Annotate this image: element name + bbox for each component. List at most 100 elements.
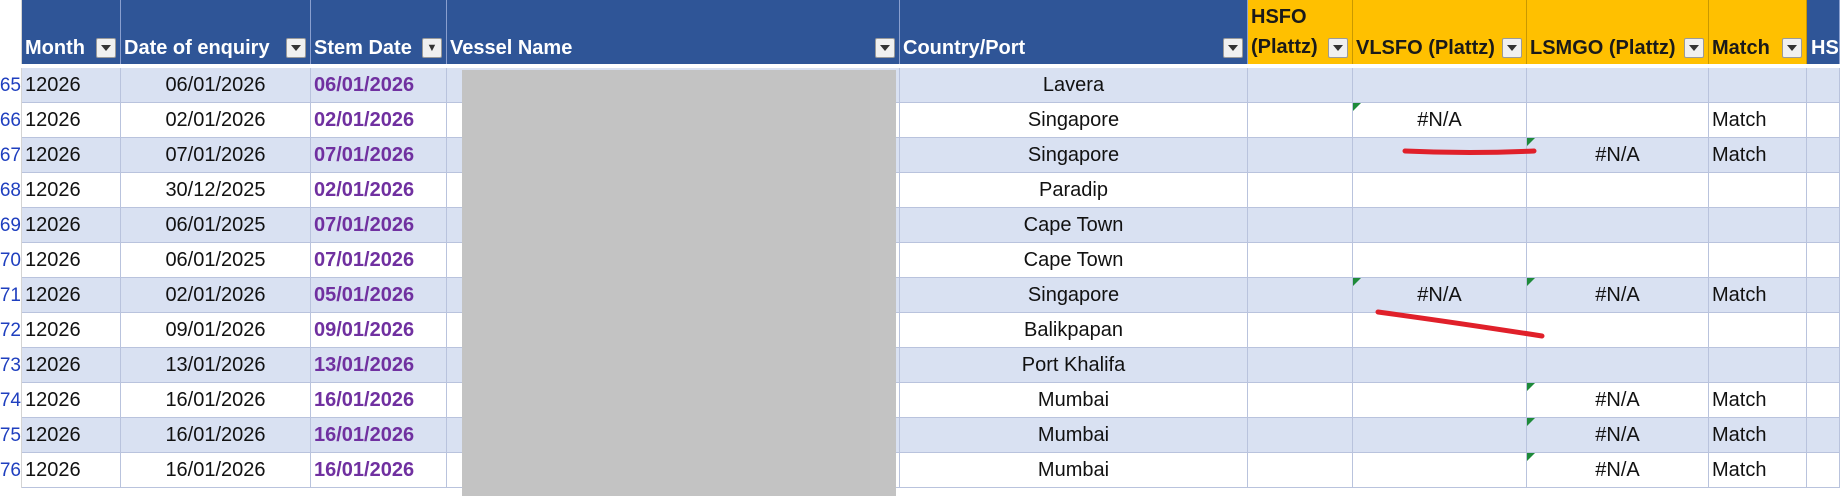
cell-lsmgo[interactable]: #N/A (1527, 278, 1709, 313)
cell-hs-partial[interactable] (1807, 418, 1840, 453)
cell-date-of-enquiry[interactable]: 16/01/2026 (121, 418, 311, 453)
cell-date-of-enquiry[interactable]: 13/01/2026 (121, 348, 311, 383)
cell-stem-date[interactable]: 16/01/2026 (311, 418, 447, 453)
row-number[interactable]: 75 (0, 418, 22, 453)
filter-active-stem-date[interactable]: ▼ (422, 38, 442, 58)
cell-lsmgo[interactable] (1527, 208, 1709, 243)
cell-vlsfo[interactable] (1353, 68, 1527, 103)
cell-country-port[interactable]: Mumbai (900, 418, 1248, 453)
cell-month[interactable]: 12026 (22, 313, 121, 348)
cell-lsmgo[interactable] (1527, 243, 1709, 278)
header-match[interactable]: Match (1709, 0, 1807, 64)
header-hsfo[interactable]: HSFO (Plattz) (1248, 0, 1353, 64)
cell-lsmgo[interactable] (1527, 173, 1709, 208)
row-number[interactable]: 68 (0, 173, 22, 208)
cell-country-port[interactable]: Singapore (900, 278, 1248, 313)
cell-hs-partial[interactable] (1807, 453, 1840, 488)
cell-match[interactable] (1709, 348, 1807, 383)
cell-lsmgo[interactable] (1527, 313, 1709, 348)
cell-match[interactable] (1709, 68, 1807, 103)
cell-hs-partial[interactable] (1807, 243, 1840, 278)
cell-stem-date[interactable]: 16/01/2026 (311, 453, 447, 488)
cell-country-port[interactable]: Cape Town (900, 208, 1248, 243)
cell-hsfo[interactable] (1248, 348, 1353, 383)
table-row[interactable]: 67 12026 07/01/2026 07/01/2026 Singapore #N/A… (0, 138, 1840, 173)
cell-date-of-enquiry[interactable]: 16/01/2026 (121, 453, 311, 488)
cell-country-port[interactable]: Paradip (900, 173, 1248, 208)
table-row[interactable]: 71 12026 02/01/2026 05/01/2026 Singapore #N/A… (0, 278, 1840, 313)
table-row[interactable]: 68 12026 30/12/2025 02/01/2026 Paradip (0, 173, 1840, 208)
cell-vlsfo[interactable] (1353, 418, 1527, 453)
cell-hs-partial[interactable] (1807, 313, 1840, 348)
cell-date-of-enquiry[interactable]: 02/01/2026 (121, 278, 311, 313)
header-month[interactable]: Month (22, 0, 121, 64)
cell-match[interactable]: Match (1709, 278, 1807, 313)
cell-stem-date[interactable]: 05/01/2026 (311, 278, 447, 313)
cell-date-of-enquiry[interactable]: 16/01/2026 (121, 383, 311, 418)
cell-match[interactable] (1709, 313, 1807, 348)
cell-stem-date[interactable]: 13/01/2026 (311, 348, 447, 383)
cell-month[interactable]: 12026 (22, 348, 121, 383)
table-row[interactable]: 69 12026 06/01/2025 07/01/2026 Cape Town (0, 208, 1840, 243)
cell-hsfo[interactable] (1248, 278, 1353, 313)
cell-country-port[interactable]: Cape Town (900, 243, 1248, 278)
row-number[interactable]: 66 (0, 103, 22, 138)
filter-dropdown-vlsfo[interactable] (1502, 38, 1522, 58)
filter-dropdown-match[interactable] (1782, 38, 1802, 58)
cell-date-of-enquiry[interactable]: 06/01/2025 (121, 243, 311, 278)
row-number[interactable]: 67 (0, 138, 22, 173)
cell-country-port[interactable]: Lavera (900, 68, 1248, 103)
cell-stem-date[interactable]: 07/01/2026 (311, 243, 447, 278)
row-number[interactable]: 72 (0, 313, 22, 348)
row-number[interactable]: 69 (0, 208, 22, 243)
cell-date-of-enquiry[interactable]: 09/01/2026 (121, 313, 311, 348)
cell-hs-partial[interactable] (1807, 278, 1840, 313)
table-row[interactable]: 73 12026 13/01/2026 13/01/2026 Port Khalifa (0, 348, 1840, 383)
cell-lsmgo[interactable] (1527, 68, 1709, 103)
cell-hs-partial[interactable] (1807, 383, 1840, 418)
cell-country-port[interactable]: Singapore (900, 138, 1248, 173)
cell-hsfo[interactable] (1248, 173, 1353, 208)
cell-match[interactable]: Match (1709, 383, 1807, 418)
cell-vlsfo[interactable] (1353, 453, 1527, 488)
cell-date-of-enquiry[interactable]: 30/12/2025 (121, 173, 311, 208)
cell-country-port[interactable]: Port Khalifa (900, 348, 1248, 383)
header-vlsfo[interactable]: VLSFO (Plattz) (1353, 0, 1527, 64)
row-number[interactable]: 74 (0, 383, 22, 418)
table-row[interactable]: 65 12026 06/01/2026 06/01/2026 Lavera (0, 68, 1840, 103)
cell-month[interactable]: 12026 (22, 418, 121, 453)
cell-date-of-enquiry[interactable]: 06/01/2025 (121, 208, 311, 243)
cell-vlsfo[interactable] (1353, 173, 1527, 208)
table-row[interactable]: 66 12026 02/01/2026 02/01/2026 Singapore #N/A… (0, 103, 1840, 138)
cell-hsfo[interactable] (1248, 208, 1353, 243)
cell-date-of-enquiry[interactable]: 02/01/2026 (121, 103, 311, 138)
cell-vlsfo[interactable]: #N/A (1353, 278, 1527, 313)
header-lsmgo[interactable]: LSMGO (Plattz) (1527, 0, 1709, 64)
cell-vlsfo[interactable]: #N/A (1353, 103, 1527, 138)
cell-month[interactable]: 12026 (22, 138, 121, 173)
cell-hsfo[interactable] (1248, 453, 1353, 488)
filter-dropdown-vessel-name[interactable] (875, 38, 895, 58)
table-row[interactable]: 74 12026 16/01/2026 16/01/2026 Mumbai #N/A Mat… (0, 383, 1840, 418)
table-row[interactable]: 75 12026 16/01/2026 16/01/2026 Mumbai #N/A Mat… (0, 418, 1840, 453)
cell-stem-date[interactable]: 02/01/2026 (311, 173, 447, 208)
cell-hs-partial[interactable] (1807, 208, 1840, 243)
cell-month[interactable]: 12026 (22, 453, 121, 488)
cell-stem-date[interactable]: 16/01/2026 (311, 383, 447, 418)
header-vessel-name[interactable]: Vessel Name (447, 0, 900, 64)
cell-country-port[interactable]: Balikpapan (900, 313, 1248, 348)
cell-month[interactable]: 12026 (22, 383, 121, 418)
cell-country-port[interactable]: Singapore (900, 103, 1248, 138)
cell-vlsfo[interactable] (1353, 243, 1527, 278)
cell-country-port[interactable]: Mumbai (900, 453, 1248, 488)
cell-month[interactable]: 12026 (22, 208, 121, 243)
cell-match[interactable]: Match (1709, 453, 1807, 488)
table-row[interactable]: 72 12026 09/01/2026 09/01/2026 Balikpapan (0, 313, 1840, 348)
cell-lsmgo[interactable] (1527, 348, 1709, 383)
cell-match[interactable]: Match (1709, 138, 1807, 173)
cell-stem-date[interactable]: 07/01/2026 (311, 138, 447, 173)
cell-hs-partial[interactable] (1807, 348, 1840, 383)
cell-lsmgo[interactable]: #N/A (1527, 418, 1709, 453)
cell-hs-partial[interactable] (1807, 138, 1840, 173)
filter-dropdown-lsmgo[interactable] (1684, 38, 1704, 58)
